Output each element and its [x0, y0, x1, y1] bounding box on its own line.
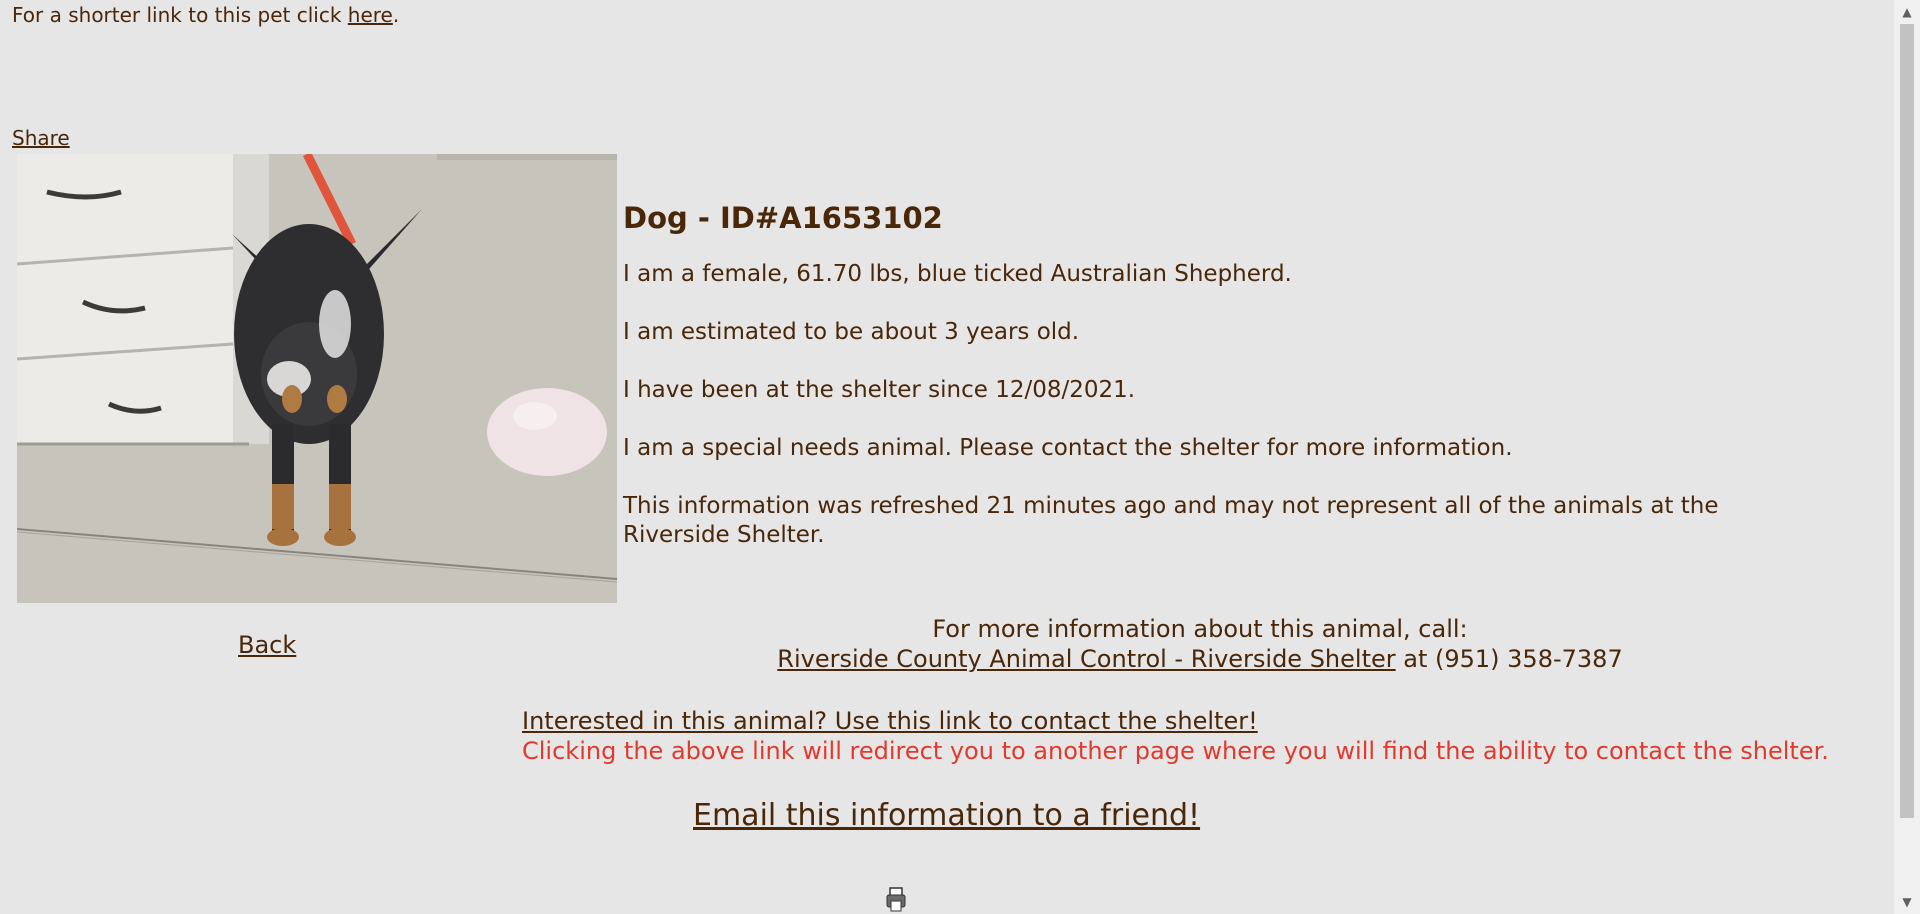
pet-photo — [17, 154, 617, 603]
interest-block: Interested in this animal? Use this link… — [522, 706, 1829, 766]
refresh-note: This information was refreshed 21 minute… — [623, 493, 1719, 548]
contact-line: Riverside County Animal Control - Rivers… — [623, 644, 1777, 674]
contact-intro: For more information about this animal, … — [932, 615, 1468, 643]
pet-special-needs: I am a special needs animal. Please cont… — [623, 435, 1513, 461]
pet-detail-page: For a shorter link to this pet click her… — [0, 0, 1894, 914]
redirect-warning: Clicking the above link will redirect yo… — [522, 737, 1829, 765]
email-friend-link[interactable]: Email this information to a friend! — [693, 797, 1200, 835]
short-link-prefix: For a shorter link to this pet click — [12, 3, 348, 27]
printer-icon[interactable] — [886, 884, 906, 914]
short-link-suffix: . — [392, 3, 400, 27]
short-link-line: For a shorter link to this pet click her… — [12, 4, 399, 26]
contact-shelter-link[interactable]: Interested in this animal? Use this link… — [522, 707, 1258, 735]
contact-block: For more information about this animal, … — [623, 614, 1777, 674]
pet-heading: Dog - ID#A1653102 — [623, 201, 943, 235]
pet-description: I am a female, 61.70 lbs, blue ticked Au… — [623, 261, 1292, 287]
short-link-here[interactable]: here — [348, 3, 393, 27]
chevron-down-icon[interactable]: ▼ — [1894, 892, 1920, 912]
chevron-up-icon[interactable]: ▲ — [1894, 2, 1920, 22]
pet-info: Dog - ID#A1653102 I am a female, 61.70 l… — [623, 200, 1803, 579]
vertical-scrollbar[interactable]: ▲ ▼ — [1894, 0, 1920, 914]
back-link[interactable]: Back — [238, 631, 296, 659]
pet-shelter-since: I have been at the shelter since 12/08/2… — [623, 377, 1136, 403]
shelter-phone: at (951) 358-7387 — [1395, 645, 1623, 673]
pet-age: I am estimated to be about 3 years old. — [623, 319, 1080, 345]
shelter-link[interactable]: Riverside County Animal Control - Rivers… — [777, 645, 1395, 673]
share-link[interactable]: Share — [12, 127, 70, 149]
scrollbar-thumb[interactable] — [1900, 24, 1914, 818]
